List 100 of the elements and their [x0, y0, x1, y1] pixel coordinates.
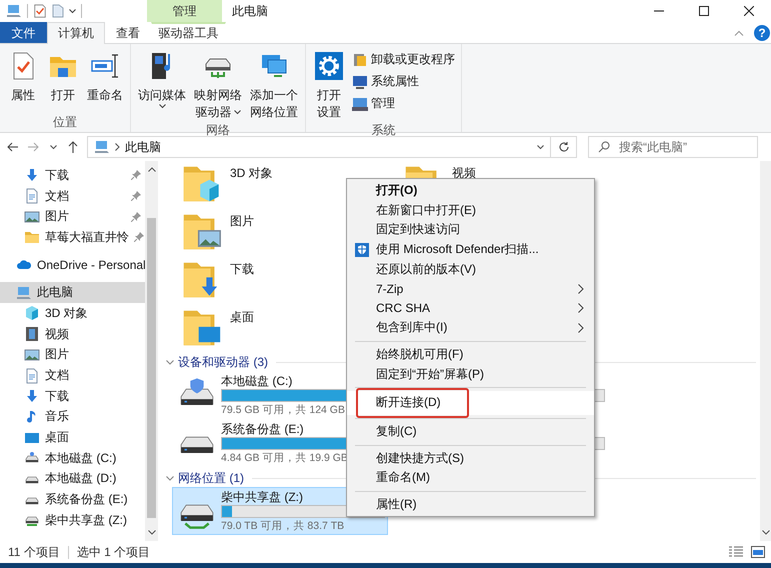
picture-icon: [24, 346, 40, 363]
folder-name[interactable]: 下载: [230, 257, 254, 278]
nav-item[interactable]: 3D 对象: [0, 303, 145, 324]
download-icon: [24, 388, 40, 404]
nav-item[interactable]: 下载: [0, 165, 145, 186]
folder-name[interactable]: 3D 对象: [230, 161, 273, 182]
nav-item[interactable]: 文档: [0, 365, 145, 386]
scrollbar[interactable]: [145, 161, 158, 541]
section-header[interactable]: 设备和驱动器 (3): [178, 354, 268, 370]
ribbon-button[interactable]: 添加一个 网络位置: [247, 48, 301, 123]
film-icon: [24, 326, 40, 342]
menu-item[interactable]: 还原以前的版本(V): [347, 259, 594, 279]
maximize-icon: [698, 6, 708, 16]
collapse-ribbon-icon[interactable]: [734, 30, 744, 36]
menu-item[interactable]: 使用 Microsoft Defender扫描...: [347, 240, 594, 260]
search-field[interactable]: 搜索“此电脑”: [588, 136, 758, 158]
folder-name[interactable]: 视频: [452, 161, 476, 182]
picture-icon: [24, 208, 40, 225]
nav-item[interactable]: 系统备份盘 (E:): [0, 489, 145, 510]
nav-item[interactable]: 桌面: [0, 427, 145, 448]
ribbon-tab[interactable]: 文件: [0, 22, 47, 43]
nav-item[interactable]: 下载: [0, 386, 145, 407]
ribbon-tab[interactable]: 查看: [105, 22, 151, 43]
ribbon-button[interactable]: 属性: [4, 48, 42, 106]
ribbon-button[interactable]: 访问媒体: [135, 48, 189, 111]
menu-item[interactable]: 固定到“开始”屏幕(P): [347, 364, 594, 384]
computer-icon: [352, 74, 368, 90]
help-button[interactable]: ?: [754, 24, 770, 40]
folder-name[interactable]: 桌面: [230, 305, 254, 326]
nav-item[interactable]: 此电脑: [0, 282, 145, 304]
window-title: 此电脑: [231, 2, 268, 20]
program-icon: [352, 52, 368, 68]
nav-item[interactable]: 音乐: [0, 406, 145, 428]
scrollbar[interactable]: [760, 161, 771, 541]
large-icons-view-icon[interactable]: [751, 546, 765, 558]
expand-chevron-icon[interactable]: [166, 358, 174, 366]
menu-item[interactable]: 打开(O): [347, 181, 594, 201]
ribbon-button[interactable]: 系统属性: [350, 72, 457, 91]
menu-item[interactable]: 重命名(M): [347, 468, 594, 488]
caret-icon: [234, 110, 240, 115]
caret-icon: [50, 144, 56, 150]
computer-icon[interactable]: [6, 3, 22, 19]
caret-icon: [537, 144, 544, 150]
ribbon-button[interactable]: 管理: [350, 94, 457, 113]
computer-icon: [94, 139, 110, 155]
menu-item[interactable]: 固定到快速访问: [347, 220, 594, 240]
nav-item[interactable]: 图片: [0, 344, 145, 366]
nav-item[interactable]: 图片: [0, 206, 145, 228]
up-arrow-icon: [68, 141, 78, 153]
settings-icon: [313, 50, 345, 82]
breadcrumb-item[interactable]: 此电脑: [125, 138, 161, 156]
menu-item[interactable]: 在新窗口中打开(E): [347, 200, 594, 220]
nav-item[interactable]: 柴中共享盘 (Z:): [0, 510, 145, 531]
ribbon-button[interactable]: 重命名: [84, 48, 126, 106]
drive-name: 系统备份盘 (E:): [221, 422, 304, 436]
ribbon-button[interactable]: 打开 设置: [310, 48, 348, 123]
caret-icon: [158, 104, 166, 109]
details-view-icon[interactable]: [729, 546, 743, 558]
nav-item[interactable]: 视频: [0, 324, 145, 344]
refresh-button[interactable]: [551, 136, 577, 158]
ribbon-button[interactable]: 打开: [44, 48, 82, 106]
nav-item[interactable]: 本地磁盘 (C:): [0, 448, 145, 469]
folder-icon[interactable]: [52, 4, 64, 18]
refresh-icon: [558, 141, 570, 153]
item-count: 11 个项目: [8, 544, 60, 560]
nav-item[interactable]: 文档: [0, 186, 145, 206]
folder-icon: [24, 229, 40, 246]
selection-count: 选中 1 个项目: [76, 544, 150, 560]
drive-name: 本地磁盘 (C:): [221, 374, 292, 388]
shield-icon: [354, 242, 370, 258]
group-label: 网络: [205, 123, 231, 137]
document-icon: [24, 188, 40, 204]
nav-item[interactable]: 本地磁盘 (D:): [0, 468, 145, 490]
search-icon: [598, 141, 610, 153]
nav-item[interactable]: OneDrive - Personal: [0, 254, 145, 276]
properties-icon[interactable]: [33, 4, 47, 18]
close-icon: [744, 6, 754, 16]
group-label: 系统: [370, 123, 396, 137]
folder-name[interactable]: 图片: [230, 209, 254, 230]
address-bar[interactable]: 此电脑: [87, 136, 551, 158]
ribbon-button[interactable]: 卸载或更改程序: [350, 50, 457, 69]
expand-chevron-icon[interactable]: [166, 474, 174, 482]
section-header[interactable]: 网络位置 (1): [178, 470, 244, 486]
menu-item[interactable]: 断开连接(D): [347, 390, 594, 415]
group-label: 位置: [52, 115, 78, 131]
menu-item[interactable]: 创建快捷方式(S): [347, 448, 594, 468]
scrollbar-thumb[interactable]: [147, 218, 156, 518]
menu-item[interactable]: 包含到库中(I): [347, 318, 594, 338]
free-space-text: 79.0 TB 可用，共 83.7 TB: [221, 518, 344, 532]
menu-item[interactable]: CRC SHA: [347, 298, 594, 318]
cube-icon: [24, 305, 40, 322]
ribbon-tab[interactable]: 计算机: [47, 22, 105, 44]
nav-item[interactable]: 草莓大福直井怜: [0, 227, 145, 248]
computer-icon: [352, 96, 368, 112]
menu-item[interactable]: 复制(C): [347, 422, 594, 442]
drive-name: 柴中共享盘 (Z:): [221, 490, 303, 504]
menu-item[interactable]: 始终脱机可用(F): [347, 344, 594, 364]
computer-icon: [16, 284, 32, 301]
ribbon-button[interactable]: 映射网络 驱动器: [191, 48, 245, 123]
menu-item[interactable]: 7-Zip: [347, 278, 594, 299]
